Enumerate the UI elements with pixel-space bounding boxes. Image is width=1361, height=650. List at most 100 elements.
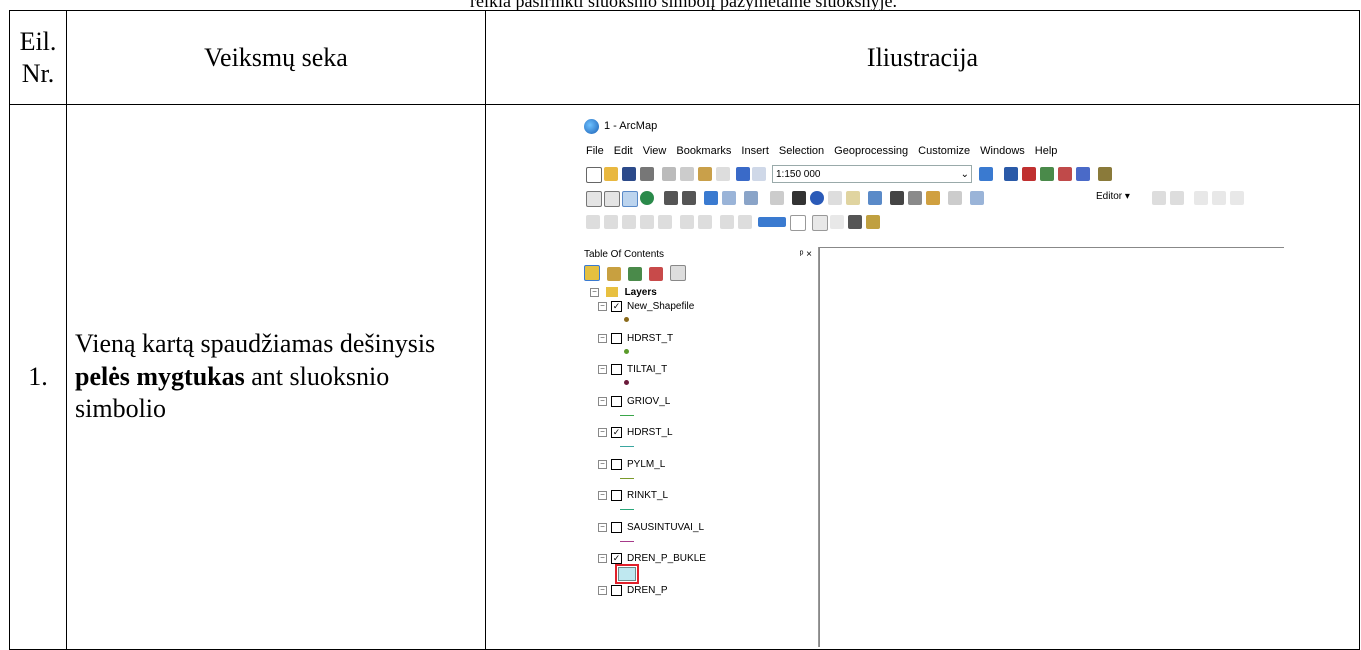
layer-row[interactable]: − DREN_P xyxy=(598,584,668,596)
focus-data-frame-icon[interactable] xyxy=(830,215,844,229)
menu-geoprocessing[interactable]: Geoprocessing xyxy=(834,141,908,161)
menu-bookmarks[interactable]: Bookmarks xyxy=(676,141,731,161)
pan-icon[interactable] xyxy=(622,191,638,207)
menu-file[interactable]: File xyxy=(586,141,604,161)
editor-menu[interactable]: Editor ▾ xyxy=(1096,191,1130,202)
layer-row[interactable]: − TILTAI_T xyxy=(598,364,667,375)
layer-name[interactable]: DREN_P xyxy=(627,585,668,596)
collapse-icon[interactable]: − xyxy=(590,287,599,297)
layer-symbol[interactable] xyxy=(620,540,634,542)
print-icon[interactable] xyxy=(640,167,654,181)
layer-name[interactable]: HDRST_T xyxy=(627,333,673,344)
layer-visibility-checkbox[interactable] xyxy=(611,521,622,533)
clear-selection-icon[interactable] xyxy=(770,191,784,205)
fixed-layout-zoom-in-icon[interactable] xyxy=(680,215,694,229)
layer-symbol[interactable] xyxy=(624,380,629,385)
layer-name[interactable]: PYLM_L xyxy=(627,459,665,470)
layer-visibility-checkbox[interactable] xyxy=(611,584,622,596)
back-icon[interactable] xyxy=(704,191,718,205)
identify-icon[interactable] xyxy=(810,191,824,205)
list-by-source-icon[interactable] xyxy=(607,267,622,281)
collapse-icon[interactable]: − xyxy=(598,585,607,595)
layer-row[interactable]: − SAUSINTUVAI_L xyxy=(598,521,704,533)
cut-icon[interactable] xyxy=(662,167,676,181)
open-icon[interactable] xyxy=(604,167,618,181)
collapse-icon[interactable]: − xyxy=(598,302,607,311)
layers-group-row[interactable]: − Layers xyxy=(590,287,657,298)
layer-row[interactable]: − ✓ DREN_P_BUKLE xyxy=(598,553,706,564)
search-window-icon[interactable] xyxy=(1040,167,1054,181)
back-extent-icon[interactable] xyxy=(720,215,734,229)
layer-name[interactable]: HDRST_L xyxy=(627,427,673,438)
layer-row[interactable]: − RINKT_L xyxy=(598,490,668,501)
layer-row[interactable]: − ✓ HDRST_L xyxy=(598,427,673,438)
fixed-zoom-in-icon[interactable] xyxy=(664,191,678,205)
layer-name[interactable]: RINKT_L xyxy=(627,490,668,501)
edit-tool-icon[interactable] xyxy=(1152,191,1166,205)
go-to-xy-icon[interactable] xyxy=(926,191,940,205)
layer-name[interactable]: TILTAI_T xyxy=(627,364,667,375)
menu-windows[interactable]: Windows xyxy=(980,141,1025,161)
layer-visibility-checkbox[interactable] xyxy=(611,395,622,407)
list-by-visibility-icon[interactable] xyxy=(628,267,643,281)
collapse-icon[interactable]: − xyxy=(598,459,607,469)
python-icon[interactable] xyxy=(1076,167,1090,181)
zoom-100-icon[interactable] xyxy=(658,215,672,229)
scale-input[interactable]: 1:150 000 ⌄ xyxy=(772,165,972,183)
menu-insert[interactable]: Insert xyxy=(741,141,769,161)
layer-symbol[interactable] xyxy=(624,348,629,354)
create-viewer-icon[interactable] xyxy=(970,191,984,205)
layout-zoom-out-icon[interactable] xyxy=(604,215,618,229)
list-by-selection-icon[interactable] xyxy=(649,267,664,281)
zoom-whole-page-icon[interactable] xyxy=(640,215,654,229)
copy-icon[interactable] xyxy=(680,167,694,181)
catalog-icon[interactable] xyxy=(1022,167,1036,181)
layer-name[interactable]: New_Shapefile xyxy=(627,301,694,312)
attribute-table-icon[interactable] xyxy=(1004,167,1018,181)
editor-toolbar-icon[interactable] xyxy=(979,167,993,181)
fixed-layout-zoom-out-icon[interactable] xyxy=(698,215,712,229)
layer-visibility-checkbox[interactable]: ✓ xyxy=(611,553,622,564)
layer-symbol[interactable] xyxy=(620,446,634,447)
layer-visibility-checkbox[interactable] xyxy=(611,332,622,344)
time-slider-icon[interactable] xyxy=(948,191,962,205)
html-popup-icon[interactable] xyxy=(846,191,860,205)
hyperlink-icon[interactable] xyxy=(828,191,842,205)
layer-row[interactable]: − ✓ New_Shapefile xyxy=(598,301,694,312)
toggle-draft-icon[interactable] xyxy=(812,215,828,231)
toc-pin-close[interactable]: ᵖ × xyxy=(800,247,812,263)
layer-name[interactable]: SAUSINTUVAI_L xyxy=(627,522,704,533)
collapse-icon[interactable]: − xyxy=(598,491,607,500)
zoom-percent-field[interactable] xyxy=(758,217,786,227)
collapse-icon[interactable]: − xyxy=(598,365,607,374)
arctoolbox-icon[interactable] xyxy=(1058,167,1072,181)
layer-symbol[interactable] xyxy=(620,477,634,479)
new-icon[interactable] xyxy=(586,167,602,183)
fixed-zoom-out-icon[interactable] xyxy=(682,191,696,205)
zoom-in-icon[interactable] xyxy=(586,191,602,207)
options-icon[interactable] xyxy=(670,265,687,281)
collapse-icon[interactable]: − xyxy=(598,428,607,437)
menu-view[interactable]: View xyxy=(643,141,667,161)
layer-visibility-checkbox[interactable] xyxy=(611,490,622,501)
straight-segment-icon[interactable] xyxy=(1194,191,1208,205)
paste-icon[interactable] xyxy=(698,167,712,181)
layer-row[interactable]: − GRIOV_L xyxy=(598,395,670,407)
measure-icon[interactable] xyxy=(868,191,882,205)
layer-visibility-checkbox[interactable]: ✓ xyxy=(611,427,622,438)
layer-visibility-checkbox[interactable]: ✓ xyxy=(611,301,622,312)
layer-visibility-checkbox[interactable] xyxy=(611,458,622,470)
menu-edit[interactable]: Edit xyxy=(614,141,633,161)
layout-zoom-in-icon[interactable] xyxy=(586,215,600,229)
find-icon[interactable] xyxy=(890,191,904,205)
forward-extent-icon[interactable] xyxy=(738,215,752,229)
menu-help[interactable]: Help xyxy=(1035,141,1058,161)
collapse-icon[interactable]: − xyxy=(598,554,607,563)
map-view[interactable] xyxy=(819,247,1284,647)
zoom-dropdown-icon[interactable] xyxy=(790,215,806,231)
collapse-icon[interactable]: − xyxy=(598,522,607,532)
endpoint-arc-icon[interactable] xyxy=(1212,191,1226,205)
full-extent-icon[interactable] xyxy=(640,191,654,205)
select-features-icon[interactable] xyxy=(744,191,758,205)
layer-row[interactable]: − HDRST_T xyxy=(598,332,673,344)
